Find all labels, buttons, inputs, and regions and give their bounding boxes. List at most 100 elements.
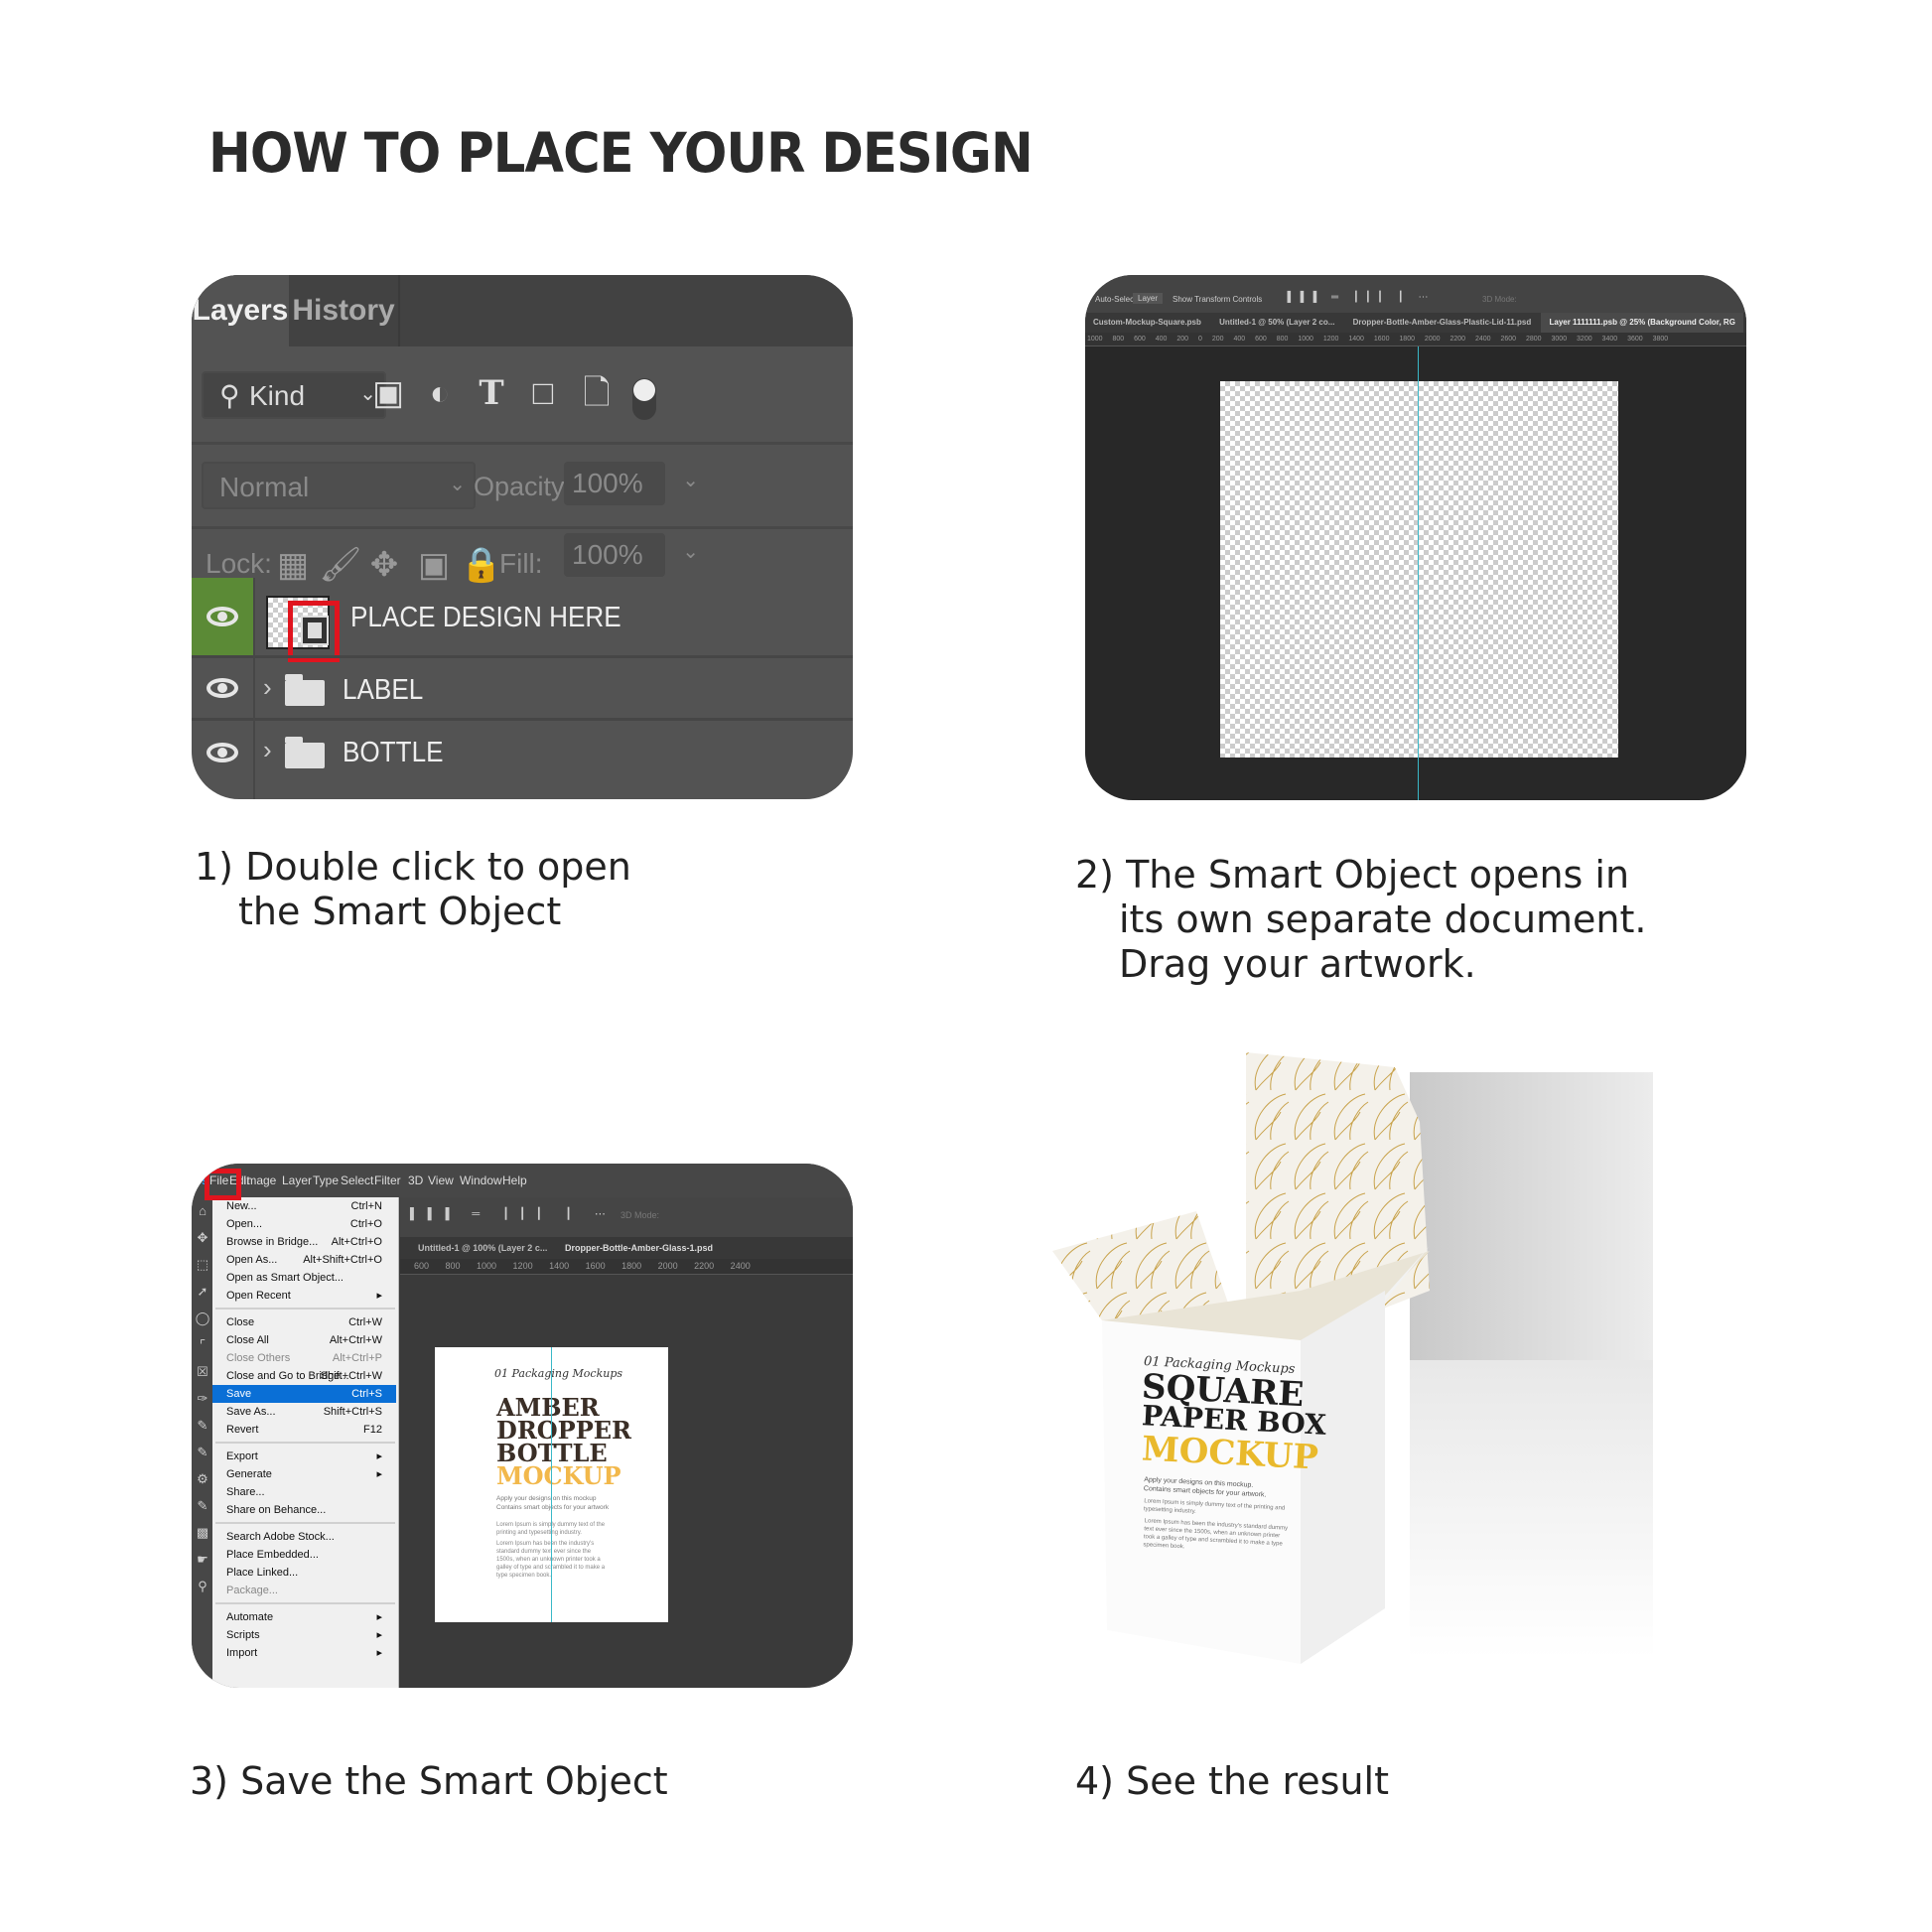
image-filter-icon[interactable]: ▣	[366, 373, 410, 413]
guide-line	[551, 1347, 552, 1622]
document-tab-active[interactable]: Layer 1111111.psb @ 25% (Background Colo…	[1541, 313, 1743, 333]
menu-item-save-as[interactable]: Save As... Shift+Ctrl+S	[212, 1403, 396, 1421]
menu-item-open-recent[interactable]: Open Recent ▸	[212, 1287, 396, 1305]
menu-item-share[interactable]: Share...	[212, 1483, 396, 1501]
menu-select[interactable]: Select	[341, 1164, 373, 1197]
file-menu-dropdown: New... Ctrl+N Open... Ctrl+O Browse in Bridg…	[212, 1197, 399, 1688]
menu-item-package[interactable]: Package...	[212, 1582, 396, 1599]
design-title-line: MOCKUP	[496, 1461, 621, 1490]
fill-value: 100%	[572, 539, 643, 570]
menu-item-label: Export	[226, 1450, 258, 1462]
menu-item-close[interactable]: Close Ctrl+W	[212, 1313, 396, 1331]
visibility-eye-icon[interactable]	[192, 578, 253, 655]
menu-separator	[215, 1522, 395, 1524]
box-illustration	[1052, 1052, 1653, 1664]
menu-item-label: Open as Smart Object...	[226, 1272, 344, 1284]
layer-row-place-design-here[interactable]: PLACE DESIGN HERE	[192, 578, 853, 662]
menu-item-save[interactable]: Save Ctrl+S	[212, 1385, 396, 1403]
horizontal-ruler: 1000 800 600 400 200 0 200 400 600 800 1…	[1085, 333, 1746, 346]
options-bar: Auto-Select: Layer Show Transform Contro…	[1085, 275, 1746, 313]
menu-item-label: Open...	[226, 1218, 263, 1230]
step-4-caption: 4) See the result	[1075, 1759, 1389, 1804]
transform-controls-checkbox[interactable]: Show Transform Controls	[1173, 295, 1262, 304]
document-tab[interactable]: Untitled-1 @ 50% (Layer 2 co...	[1211, 313, 1342, 333]
menu-item-place-embedded[interactable]: Place Embedded...	[212, 1546, 396, 1564]
shape-filter-icon[interactable]: □	[521, 373, 565, 413]
step-3-caption: 3) Save the Smart Object	[190, 1759, 668, 1804]
layers-panel-screenshot: Layers History ⚲ Kind ⌄ ▣ ◐ T □ 🗋 Normal…	[192, 275, 853, 799]
document-tab[interactable]: Untitled-1 @ 100% (Layer 2 c...	[418, 1237, 547, 1259]
visibility-eye-icon[interactable]	[192, 658, 253, 718]
chevron-down-icon[interactable]: ⌄	[682, 539, 699, 564]
caption-line: 1) Double click to open	[195, 845, 631, 889]
menu-item-shortcut: Ctrl+S	[351, 1388, 382, 1400]
menu-window[interactable]: Window	[460, 1164, 502, 1197]
document-canvas[interactable]: 01 Packaging Mockups AMBER DROPPER BOTTL…	[435, 1347, 668, 1622]
document-tab-active[interactable]: Dropper-Bottle-Amber-Glass-1.psd	[565, 1237, 713, 1259]
menu-item-import[interactable]: Import ▸	[212, 1644, 396, 1662]
align-icons[interactable]: ▐▐▐ ═ ┃┃┃ ┃ ⋯	[406, 1207, 616, 1220]
menu-item-automate[interactable]: Automate ▸	[212, 1608, 396, 1626]
transparent-canvas[interactable]	[1220, 381, 1618, 758]
document-tab[interactable]: Custom-Mockup-Square.psb	[1085, 313, 1209, 333]
layer-row-label[interactable]: › LABEL	[192, 655, 853, 718]
menu-item-open-as-smart-object[interactable]: Open as Smart Object...	[212, 1269, 396, 1287]
menu-image[interactable]: Image	[243, 1164, 276, 1197]
lock-label: Lock:	[206, 548, 272, 579]
menu-item-label: Revert	[226, 1424, 259, 1436]
menu-item-open-as[interactable]: Open As... Alt+Shift+Ctrl+O	[212, 1251, 396, 1269]
adjustment-filter-icon[interactable]: ◐	[418, 373, 462, 413]
file-menu-screenshot: Ps File Edit Image Layer Type Select Filter 3D Vi…	[192, 1164, 853, 1688]
document-tabs: Untitled-1 @ 100% (Layer 2 c... Dropper-…	[400, 1237, 853, 1259]
menu-layer[interactable]: Layer	[282, 1164, 312, 1197]
menu-item-place-linked[interactable]: Place Linked...	[212, 1564, 396, 1582]
chevron-right-icon[interactable]: ›	[263, 735, 272, 765]
menu-item-shortcut: Ctrl+N	[350, 1200, 382, 1212]
menu-item-share-on-behance[interactable]: Share on Behance...	[212, 1501, 396, 1519]
options-bar: ▐▐▐ ═ ┃┃┃ ┃ ⋯ 3D Mode:	[400, 1197, 853, 1237]
type-filter-icon[interactable]: T	[470, 373, 513, 413]
menu-item-open[interactable]: Open... Ctrl+O	[212, 1215, 396, 1233]
submenu-arrow-icon: ▸	[376, 1611, 382, 1623]
menu-item-generate[interactable]: Generate ▸	[212, 1465, 396, 1483]
chevron-down-icon[interactable]: ⌄	[682, 468, 699, 492]
smart-object-filter-icon[interactable]: 🗋	[575, 373, 619, 413]
layer-row-bottle[interactable]: › BOTTLE	[192, 718, 853, 799]
menu-item-scripts[interactable]: Scripts ▸	[212, 1626, 396, 1644]
filter-toggle[interactable]	[632, 378, 656, 420]
menu-type[interactable]: Type	[313, 1164, 339, 1197]
menu-view[interactable]: View	[428, 1164, 454, 1197]
menu-item-search-adobe-stock[interactable]: Search Adobe Stock...	[212, 1528, 396, 1546]
submenu-arrow-icon: ▸	[376, 1450, 382, 1462]
blend-mode-dropdown[interactable]: Normal ⌄	[202, 462, 476, 509]
menu-item-close-all[interactable]: Close All Alt+Ctrl+W	[212, 1331, 396, 1349]
menu-item-label: Search Adobe Stock...	[226, 1531, 335, 1543]
chevron-down-icon: ⌄	[449, 474, 466, 495]
menu-item-close-others[interactable]: Close Others Alt+Ctrl+P	[212, 1349, 396, 1367]
chevron-right-icon[interactable]: ›	[263, 672, 272, 703]
menu-filter[interactable]: Filter	[374, 1164, 401, 1197]
layer-name: PLACE DESIGN HERE	[350, 602, 621, 633]
visibility-eye-icon[interactable]	[192, 721, 253, 784]
align-icons[interactable]: ▐▐▐ ═ ┃┃┃ ┃ ⋯	[1284, 292, 1435, 303]
blend-mode-value: Normal	[219, 472, 310, 502]
menu-help[interactable]: Help	[502, 1164, 527, 1197]
opacity-field[interactable]: 100% ⌄	[564, 462, 699, 505]
tab-history[interactable]: History	[289, 275, 400, 346]
highlight-box	[205, 1169, 241, 1200]
menu-item-shortcut: Shift+Ctrl+S	[323, 1406, 382, 1418]
menu-item-label: Automate	[226, 1611, 274, 1623]
horizontal-ruler: 600 800 1000 1200 1400 1600 1800 2000 22…	[400, 1259, 853, 1275]
menu-item-label: Import	[226, 1647, 258, 1659]
kind-filter-dropdown[interactable]: ⚲ Kind ⌄	[202, 371, 386, 419]
fill-field[interactable]: 100% ⌄	[564, 533, 699, 577]
menu-item-close-and-go-to-bridge[interactable]: Close and Go to Bridge... Shift+Ctrl+W	[212, 1367, 396, 1385]
menu-item-export[interactable]: Export ▸	[212, 1448, 396, 1465]
tab-layers[interactable]: Layers	[192, 275, 289, 346]
menu-item-browse-in-bridge[interactable]: Browse in Bridge... Alt+Ctrl+O	[212, 1233, 396, 1251]
menu-3d[interactable]: 3D	[408, 1164, 423, 1197]
document-tab[interactable]: Dropper-Bottle-Amber-Glass-Plastic-Lid-1…	[1345, 313, 1540, 333]
menu-item-revert[interactable]: Revert F12	[212, 1421, 396, 1439]
menu-item-label: Browse in Bridge...	[226, 1236, 319, 1248]
auto-select-dropdown[interactable]: Layer	[1133, 293, 1164, 304]
